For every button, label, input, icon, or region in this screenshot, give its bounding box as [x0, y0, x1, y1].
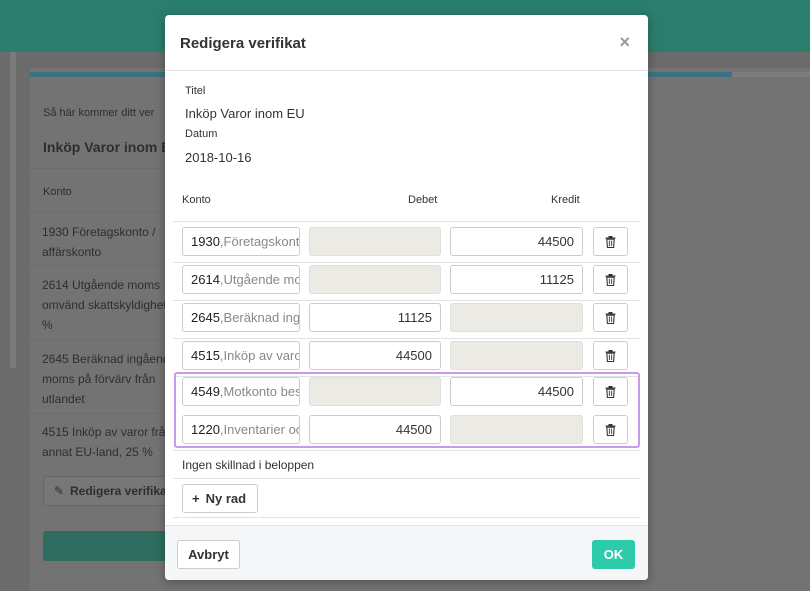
delete-row-button[interactable]	[593, 265, 628, 294]
account-input[interactable]: 2614,Utgående mo	[182, 265, 300, 294]
kredit-input[interactable]: 11125	[450, 265, 583, 294]
account-number: 1930	[191, 234, 220, 249]
cancel-button[interactable]: Avbryt	[177, 540, 240, 569]
highlighted-rows	[174, 372, 640, 448]
account-description: ,Företagskonto	[219, 234, 300, 249]
ok-button[interactable]: OK	[592, 540, 635, 569]
trash-icon	[605, 235, 616, 248]
column-header-debet: Debet	[408, 194, 438, 206]
debet-input	[309, 227, 441, 256]
trash-icon	[605, 349, 616, 362]
divider	[30, 339, 170, 340]
bg-primary-button	[43, 531, 168, 561]
divider	[30, 168, 170, 169]
side-scrollbar	[10, 52, 16, 368]
column-header-konto: Konto	[182, 194, 211, 206]
account-number: 2645	[191, 310, 220, 325]
divider	[173, 262, 640, 263]
debet-input[interactable]: 44500	[309, 341, 441, 370]
modal-title: Redigera verifikat	[180, 35, 306, 52]
divider	[173, 450, 640, 451]
edit-voucher-modal: Redigera verifikat × Titel Inköp Varor i…	[165, 15, 648, 580]
delete-row-button[interactable]	[593, 341, 628, 370]
intro-text: Så här kommer ditt ver	[43, 107, 155, 119]
titel-value: Inköp Varor inom EU	[185, 106, 305, 121]
divider	[173, 338, 640, 339]
edit-icon: ✎	[54, 484, 65, 498]
add-row-label: Ny rad	[205, 491, 247, 506]
divider	[30, 211, 170, 212]
divider	[173, 221, 640, 222]
bg-row-4515: 4515 Inköp av varor från annat EU-land, 2…	[42, 425, 173, 459]
divider	[173, 517, 640, 518]
kredit-input	[450, 303, 583, 332]
difference-message: Ingen skillnad i beloppen	[182, 458, 315, 472]
bg-row-2645: 2645 Beräknad ingående moms på förvärv fr…	[42, 352, 177, 406]
account-number: 2614	[191, 272, 220, 287]
divider	[173, 478, 640, 479]
kredit-input[interactable]: 44500	[450, 227, 583, 256]
datum-label: Datum	[185, 128, 218, 140]
kredit-input	[450, 341, 583, 370]
plus-icon: +	[192, 491, 200, 506]
debet-input	[309, 265, 441, 294]
add-row-button[interactable]: + Ny rad	[182, 484, 258, 513]
delete-row-button[interactable]	[593, 303, 628, 332]
account-description: ,Beräknad ing	[219, 310, 300, 325]
close-icon[interactable]: ×	[619, 32, 630, 53]
background-title: Inköp Varor inom E	[43, 139, 171, 155]
account-input[interactable]: 4515,Inköp av varo	[182, 341, 300, 370]
account-input[interactable]: 2645,Beräknad ing	[182, 303, 300, 332]
account-input[interactable]: 1930,Företagskonto	[182, 227, 300, 256]
bg-edit-button: ✎ Redigera verifikat	[43, 476, 171, 506]
progress-remaining	[732, 72, 810, 77]
account-description: ,Utgående mo	[219, 272, 300, 287]
titel-label: Titel	[185, 85, 206, 97]
bg-edit-label: Redigera verifikat	[70, 484, 171, 498]
modal-footer: Avbryt OK	[165, 525, 648, 580]
datum-value: 2018-10-16	[185, 150, 252, 165]
account-number: 4515	[191, 348, 220, 363]
konto-header: Konto	[43, 186, 72, 198]
column-header-kredit: Kredit	[551, 194, 580, 206]
divider	[173, 300, 640, 301]
bg-row-2614: 2614 Utgående moms omvänd skattskyldighet…	[42, 278, 167, 332]
bg-row-1930: 1930 Företagskonto / affärskonto	[42, 225, 156, 259]
debet-input[interactable]: 11125	[309, 303, 441, 332]
account-description: ,Inköp av varo	[219, 348, 300, 363]
divider	[30, 413, 170, 414]
trash-icon	[605, 273, 616, 286]
divider	[30, 265, 170, 266]
modal-header: Redigera verifikat ×	[165, 15, 648, 71]
delete-row-button[interactable]	[593, 227, 628, 256]
trash-icon	[605, 311, 616, 324]
